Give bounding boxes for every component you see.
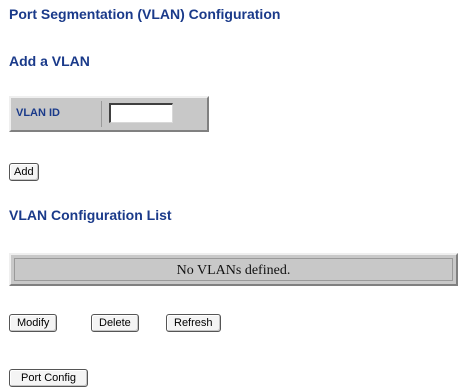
add-button[interactable]: Add bbox=[9, 163, 39, 181]
vlan-list-table: No VLANs defined. bbox=[9, 253, 458, 286]
delete-button[interactable]: Delete bbox=[91, 314, 139, 332]
vlan-list-empty-message: No VLANs defined. bbox=[14, 258, 453, 281]
vlan-list-heading: VLAN Configuration List bbox=[9, 207, 172, 223]
refresh-button[interactable]: Refresh bbox=[166, 314, 221, 332]
add-vlan-heading: Add a VLAN bbox=[9, 53, 90, 69]
page-title: Port Segmentation (VLAN) Configuration bbox=[9, 6, 281, 22]
vlan-id-divider bbox=[101, 101, 102, 127]
modify-button[interactable]: Modify bbox=[9, 314, 58, 332]
vlan-id-label: VLAN ID bbox=[16, 107, 60, 119]
vlan-id-panel: VLAN ID bbox=[9, 96, 209, 132]
vlan-id-input[interactable] bbox=[109, 103, 173, 123]
port-config-button[interactable]: Port Config bbox=[9, 369, 89, 387]
